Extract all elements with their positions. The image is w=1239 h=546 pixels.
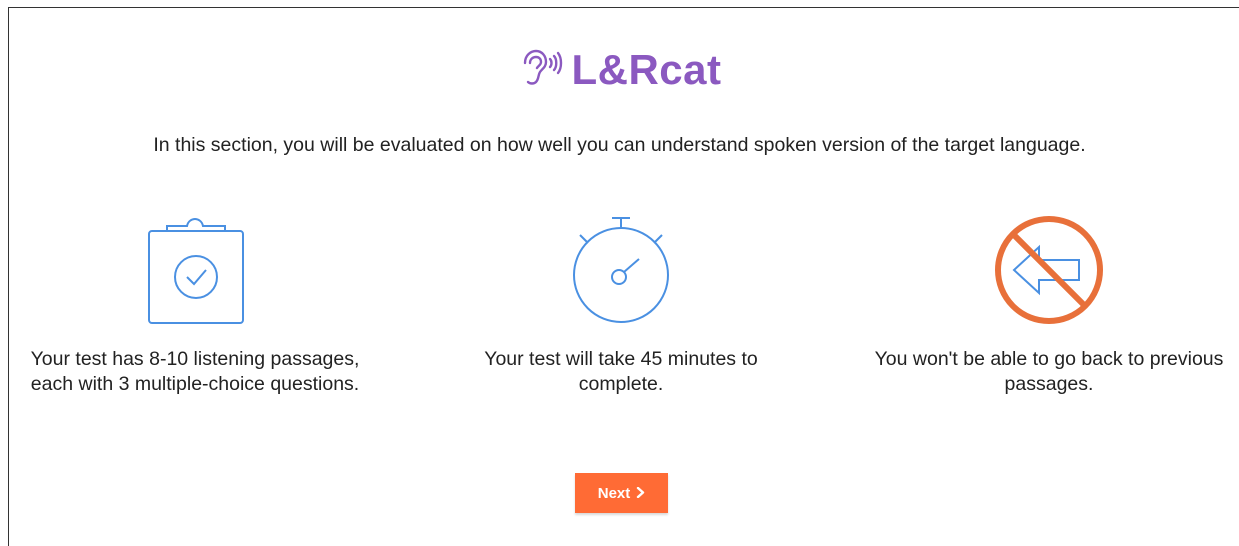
chevron-right-icon <box>636 485 645 502</box>
clipboard-check-icon <box>148 217 244 324</box>
feature-no-back-text: You won't be able to go back to previous… <box>874 348 1224 395</box>
ear-sound-icon <box>524 49 563 85</box>
feature-duration: Your test will take 45 minutes to comple… <box>441 215 801 397</box>
feature-duration-text: Your test will take 45 minutes to comple… <box>484 348 758 395</box>
feature-no-back: You won't be able to go back to previous… <box>869 215 1229 397</box>
feature-passages: Your test has 8-10 listening passages, e… <box>15 215 375 397</box>
brand-name: L&Rcat <box>571 46 722 93</box>
next-button[interactable]: Next <box>575 473 668 513</box>
brand-logo: L&Rcat <box>0 46 1239 94</box>
feature-passages-text: Your test has 8-10 listening passages, e… <box>30 348 360 395</box>
stopwatch-icon <box>573 217 669 323</box>
no-going-back-icon <box>995 216 1103 324</box>
next-button-label: Next <box>597 484 631 502</box>
intro-text: In this section, you will be evaluated o… <box>153 134 1086 156</box>
